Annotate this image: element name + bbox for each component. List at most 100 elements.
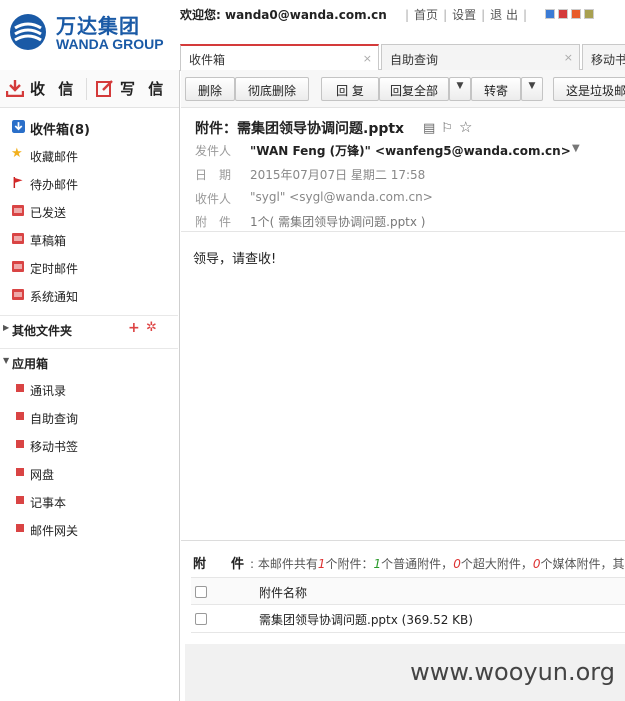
separator: | (481, 8, 486, 22)
tab-self-query[interactable]: 自助查询 × (381, 44, 580, 70)
large-count: 0 (453, 557, 461, 571)
sidebar-item-sent[interactable]: 已发送 (0, 197, 178, 225)
table-row[interactable]: 需集团领导协调问题.pptx (369.52 KB) (191, 605, 625, 633)
mail-header: 附件：需集团领导协调问题.pptx ▤ ⚐ ☆ 发件人 "WAN Feng (万锋)… (181, 108, 625, 232)
sidebar-item-label: 网盘 (30, 468, 55, 482)
watermark-text: www.wooyun.org (410, 658, 615, 686)
to-value[interactable]: "sygl" <sygl@wanda.com.cn> (250, 190, 433, 204)
sidebar-item-netdisk[interactable]: 网盘 (0, 459, 178, 487)
sidebar-item-todo[interactable]: 待办邮件 (0, 169, 178, 197)
attachment-title: 附 件 (193, 557, 251, 572)
folder-icon (12, 289, 24, 300)
attachment-checkbox[interactable] (195, 613, 207, 625)
attachment-table: 附件名称 需集团领导协调问题.pptx (369.52 KB) (191, 577, 625, 633)
brand-name-cn: 万达集团 (56, 14, 140, 38)
write-label: 写 信 (120, 80, 168, 98)
mail-view: 删除 彻底删除 回 复 回复全部 ▼ 转寄 ▼ 这是垃圾邮 附件：需集团领导协调… (181, 70, 625, 701)
sidebar-item-starred[interactable]: ★ 收藏邮件 (0, 141, 178, 169)
folder-icon (12, 261, 24, 272)
close-icon[interactable]: × (564, 51, 573, 64)
mail-subject: 附件：需集团领导协调问题.pptx (195, 121, 405, 137)
receive-mail-button[interactable]: 收 信 (6, 78, 76, 100)
forward-dropdown[interactable]: ▼ (521, 77, 543, 101)
sidebar-item-label: 收件箱(8) (30, 123, 90, 138)
tab-bar: 收件箱 × 自助查询 × 移动书 (180, 44, 625, 71)
tab-mobile-bookmarks[interactable]: 移动书 (582, 44, 625, 70)
reply-button[interactable]: 回 复 (321, 77, 379, 101)
sidebar-item-inbox[interactable]: 收件箱(8) (0, 113, 178, 141)
reply-all-button[interactable]: 回复全部 (379, 77, 449, 101)
mark-spam-button[interactable]: 这是垃圾邮 (553, 77, 625, 101)
sidebar-item-scheduled[interactable]: 定时邮件 (0, 253, 178, 281)
section-label: 应用箱 (12, 357, 49, 371)
sidebar-item-label: 待办邮件 (30, 178, 79, 192)
attachment-summary: 附 件: 本邮件共有1个附件：1个普通附件，0个超大附件，0个媒体附件，其中 (193, 553, 625, 572)
app-icon (16, 384, 24, 392)
note-icon[interactable]: ▤ (423, 121, 435, 136)
sidebar-item-mail-gateway[interactable]: 邮件网关 (0, 515, 178, 543)
sidebar-item-system-notice[interactable]: 系统通知 (0, 281, 178, 309)
wanda-logo-icon (10, 14, 46, 50)
write-mail-button[interactable]: 写 信 (96, 78, 166, 100)
tab-label: 自助查询 (390, 53, 439, 67)
logout-link[interactable]: 退 出 (490, 8, 518, 22)
star-outline-icon[interactable]: ☆ (459, 118, 472, 136)
tab-label: 移动书 (591, 53, 625, 67)
sidebar-item-contacts[interactable]: 通讯录 (0, 375, 178, 403)
subject-actions: ▤ ⚐ ☆ (423, 118, 478, 136)
delete-forever-button[interactable]: 彻底删除 (235, 77, 309, 101)
sidebar-item-label: 记事本 (30, 496, 67, 510)
folder-icon (12, 233, 24, 244)
sidebar-item-mobile-bookmarks[interactable]: 移动书签 (0, 431, 178, 459)
apps-header[interactable]: ▼ 应用箱 (0, 348, 178, 374)
add-folder-icon[interactable]: + (128, 320, 140, 336)
close-icon[interactable]: × (363, 52, 372, 65)
reply-all-dropdown[interactable]: ▼ (449, 77, 471, 101)
sidebar-item-label: 移动书签 (30, 440, 79, 454)
sidebar-item-label: 自助查询 (30, 412, 79, 426)
sidebar-item-self-query[interactable]: 自助查询 (0, 403, 178, 431)
chevron-down-icon[interactable]: ▼ (572, 143, 580, 154)
header: 万达集团 WANDA GROUP 欢迎您: wanda0@wanda.com.c… (0, 0, 625, 71)
delete-button[interactable]: 删除 (185, 77, 235, 101)
skin-orange-icon[interactable] (571, 9, 581, 19)
attachment-inline-link[interactable]: 1个( 需集团领导协调问题.pptx ) (250, 213, 425, 230)
summary-text: 个普通附件， (381, 557, 454, 571)
left-sidebar: 收 信 写 信 收件箱(8) ★ 收藏邮件 待办邮件 已发送 草稿箱 定时邮件 … (0, 70, 180, 701)
select-all-checkbox[interactable] (195, 586, 207, 598)
flag-icon (13, 177, 23, 188)
write-icon (96, 80, 113, 97)
folder-settings-icon[interactable]: ✲ (146, 320, 157, 335)
summary-text: 个附件： (325, 557, 374, 571)
date-value: 2015年07月07日 星期二 17:58 (250, 168, 426, 182)
skin-red-icon[interactable] (558, 9, 568, 19)
app-icon (16, 524, 24, 532)
summary-text: 个媒体附件，其中 (540, 557, 625, 571)
other-folders-header[interactable]: ▶ 其他文件夹 + ✲ (0, 315, 178, 341)
app-icon (16, 440, 24, 448)
app-icon (16, 412, 24, 420)
caret-right-icon: ▶ (3, 323, 10, 332)
app-icon (16, 468, 24, 476)
from-value[interactable]: "WAN Feng (万锋)" <wanfeng5@wanda.com.cn> (250, 142, 571, 159)
forward-button[interactable]: 转寄 (471, 77, 521, 101)
divider (86, 78, 87, 100)
column-header-name: 附件名称 (259, 586, 308, 600)
separator: | (523, 8, 528, 22)
sidebar-item-notepad[interactable]: 记事本 (0, 487, 178, 515)
tab-inbox[interactable]: 收件箱 × (180, 44, 379, 71)
sidebar-item-drafts[interactable]: 草稿箱 (0, 225, 178, 253)
folder-icon (12, 205, 24, 216)
attachment-file-name[interactable]: 需集团领导协调问题.pptx (369.52 KB) (259, 611, 473, 628)
wanda-logo[interactable]: 万达集团 WANDA GROUP (8, 10, 178, 56)
section-label: 其他文件夹 (12, 324, 73, 338)
settings-link[interactable]: 设置 (452, 8, 476, 22)
skin-olive-icon[interactable] (584, 9, 594, 19)
summary-text: 个超大附件， (460, 557, 533, 571)
inbox-icon (12, 120, 25, 133)
receive-icon (6, 80, 24, 97)
flag-icon[interactable]: ⚐ (441, 121, 453, 136)
table-header-row: 附件名称 (191, 577, 625, 605)
home-link[interactable]: 首页 (414, 8, 438, 22)
skin-blue-icon[interactable] (545, 9, 555, 19)
